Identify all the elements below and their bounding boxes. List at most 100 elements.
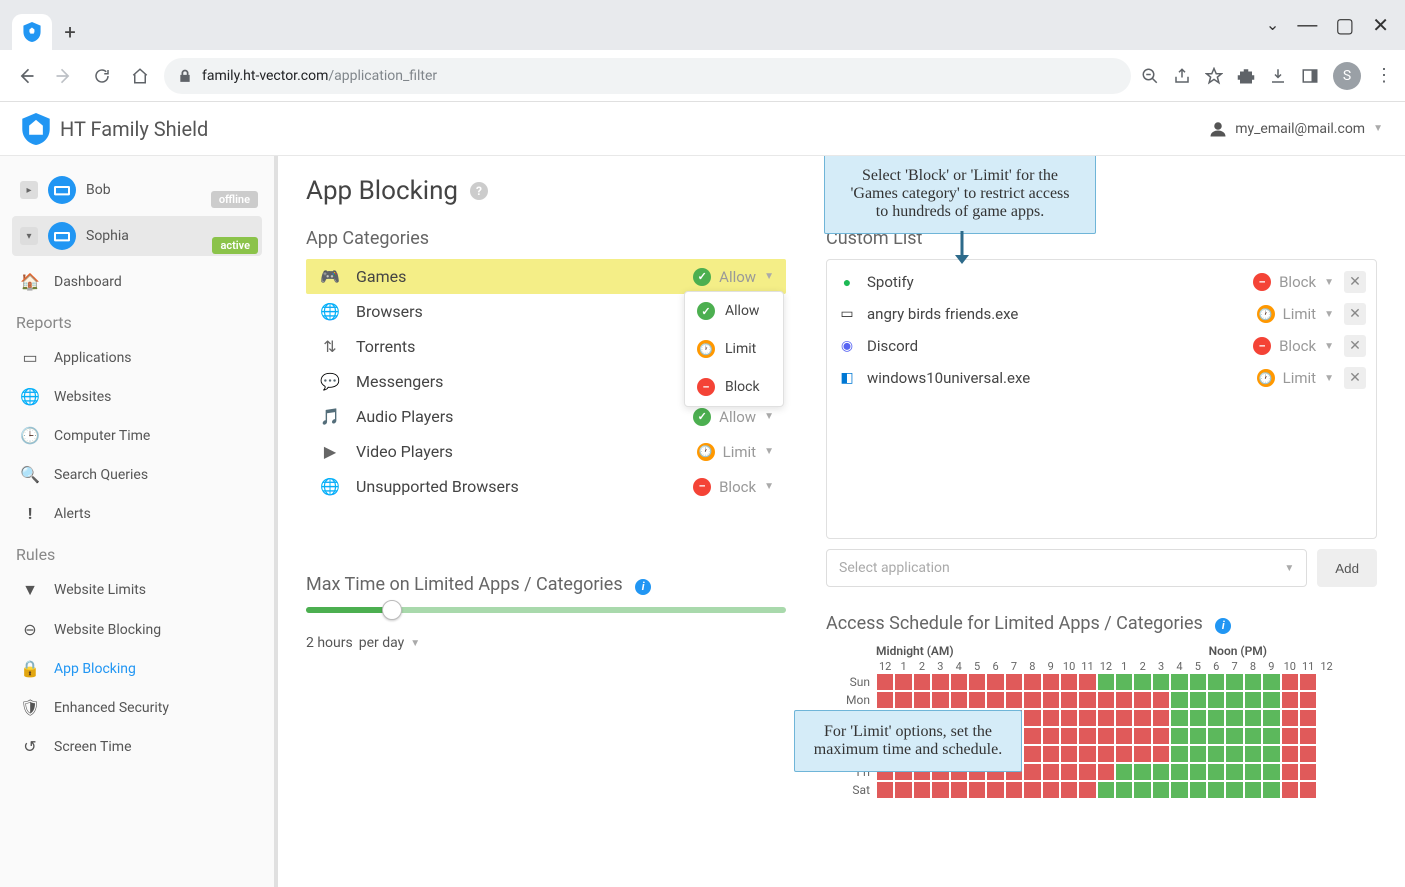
downloads-icon[interactable] (1269, 67, 1287, 85)
schedule-cell[interactable] (1005, 673, 1023, 691)
schedule-cell[interactable] (1299, 673, 1317, 691)
schedule-cell[interactable] (931, 691, 949, 709)
info-icon[interactable]: i (1215, 618, 1231, 634)
schedule-cell[interactable] (1207, 763, 1225, 781)
schedule-cell[interactable] (1060, 745, 1078, 763)
schedule-cell[interactable] (1042, 709, 1060, 727)
nav-website-limits[interactable]: ▼Website Limits (12, 570, 262, 610)
schedule-cell[interactable] (1023, 673, 1041, 691)
schedule-cell[interactable] (1189, 691, 1207, 709)
schedule-cell[interactable] (894, 673, 912, 691)
schedule-cell[interactable] (1097, 691, 1115, 709)
schedule-cell[interactable] (1097, 745, 1115, 763)
schedule-cell[interactable] (1262, 781, 1280, 799)
nav-dashboard[interactable]: 🏠Dashboard (12, 262, 262, 301)
schedule-cell[interactable] (1244, 673, 1262, 691)
schedule-cell[interactable] (1262, 727, 1280, 745)
max-time-slider[interactable]: 2 hours per day ▼ (306, 607, 786, 651)
schedule-cell[interactable] (931, 781, 949, 799)
active-tab[interactable] (12, 14, 52, 50)
schedule-cell[interactable] (1078, 727, 1096, 745)
close-button[interactable]: ✕ (1372, 13, 1389, 38)
schedule-cell[interactable] (1115, 673, 1133, 691)
schedule-cell[interactable] (1042, 691, 1060, 709)
schedule-cell[interactable] (950, 781, 968, 799)
schedule-cell[interactable] (1078, 763, 1096, 781)
slider-thumb[interactable] (382, 600, 402, 620)
schedule-cell[interactable] (1299, 781, 1317, 799)
schedule-cell[interactable] (1207, 745, 1225, 763)
schedule-cell[interactable] (1189, 745, 1207, 763)
expand-icon[interactable]: ▾ (20, 227, 38, 245)
schedule-cell[interactable] (1023, 709, 1041, 727)
schedule-cell[interactable] (1133, 745, 1151, 763)
minimize-button[interactable]: — (1297, 14, 1317, 37)
schedule-cell[interactable] (1078, 673, 1096, 691)
schedule-cell[interactable] (1170, 691, 1188, 709)
schedule-cell[interactable] (1207, 673, 1225, 691)
schedule-cell[interactable] (1281, 763, 1299, 781)
schedule-cell[interactable] (1152, 763, 1170, 781)
list-action-select[interactable]: 🕐Limit▼ (1257, 305, 1334, 323)
schedule-cell[interactable] (1299, 763, 1317, 781)
schedule-cell[interactable] (1170, 727, 1188, 745)
schedule-cell[interactable] (1281, 745, 1299, 763)
schedule-cell[interactable] (1042, 763, 1060, 781)
schedule-cell[interactable] (1042, 781, 1060, 799)
schedule-cell[interactable] (1189, 673, 1207, 691)
schedule-cell[interactable] (1207, 727, 1225, 745)
extensions-icon[interactable] (1237, 67, 1255, 85)
schedule-cell[interactable] (1133, 763, 1151, 781)
schedule-cell[interactable] (1005, 781, 1023, 799)
schedule-cell[interactable] (1115, 781, 1133, 799)
schedule-cell[interactable] (1189, 781, 1207, 799)
schedule-cell[interactable] (1189, 763, 1207, 781)
sidebar-user-bob[interactable]: ▸ Bob offline (12, 170, 262, 210)
schedule-cell[interactable] (1097, 673, 1115, 691)
schedule-cell[interactable] (876, 673, 894, 691)
schedule-cell[interactable] (1060, 673, 1078, 691)
schedule-cell[interactable] (1133, 709, 1151, 727)
select-application-input[interactable]: Select application ▼ (826, 549, 1307, 587)
schedule-cell[interactable] (1133, 673, 1151, 691)
schedule-cell[interactable] (1225, 709, 1243, 727)
remove-button[interactable]: ✕ (1344, 271, 1366, 293)
schedule-cell[interactable] (968, 673, 986, 691)
schedule-cell[interactable] (1207, 691, 1225, 709)
schedule-cell[interactable] (894, 691, 912, 709)
schedule-cell[interactable] (1023, 727, 1041, 745)
zoom-icon[interactable] (1141, 67, 1159, 85)
schedule-cell[interactable] (1060, 691, 1078, 709)
schedule-cell[interactable] (1170, 709, 1188, 727)
schedule-cell[interactable] (1225, 745, 1243, 763)
schedule-cell[interactable] (1115, 691, 1133, 709)
schedule-cell[interactable] (1170, 763, 1188, 781)
schedule-cell[interactable] (1152, 745, 1170, 763)
schedule-cell[interactable] (1097, 781, 1115, 799)
schedule-cell[interactable] (1060, 763, 1078, 781)
profile-avatar[interactable]: S (1333, 62, 1361, 90)
schedule-cell[interactable] (1281, 673, 1299, 691)
schedule-cell[interactable] (1281, 781, 1299, 799)
forward-button[interactable] (50, 62, 78, 90)
remove-button[interactable]: ✕ (1344, 303, 1366, 325)
schedule-cell[interactable] (1023, 763, 1041, 781)
schedule-cell[interactable] (1170, 781, 1188, 799)
schedule-cell[interactable] (1023, 745, 1041, 763)
schedule-cell[interactable] (1152, 691, 1170, 709)
schedule-cell[interactable] (1207, 709, 1225, 727)
add-button[interactable]: Add (1317, 549, 1377, 587)
category-row-video[interactable]: ▶Video Players 🕐Limit▼ (306, 434, 786, 469)
nav-computer-time[interactable]: 🕒Computer Time (12, 416, 262, 455)
schedule-cell[interactable] (1097, 709, 1115, 727)
schedule-cell[interactable] (1262, 673, 1280, 691)
nav-alerts[interactable]: !Alerts (12, 494, 262, 533)
list-action-select[interactable]: 🕐Limit▼ (1257, 369, 1334, 387)
schedule-cell[interactable] (1042, 673, 1060, 691)
expand-icon[interactable]: ▸ (20, 181, 38, 199)
nav-website-blocking[interactable]: ⊖Website Blocking (12, 610, 262, 649)
schedule-cell[interactable] (1189, 709, 1207, 727)
category-row-unsupported-browsers[interactable]: 🌐Unsupported Browsers –Block▼ (306, 469, 786, 504)
schedule-cell[interactable] (1005, 691, 1023, 709)
remove-button[interactable]: ✕ (1344, 367, 1366, 389)
